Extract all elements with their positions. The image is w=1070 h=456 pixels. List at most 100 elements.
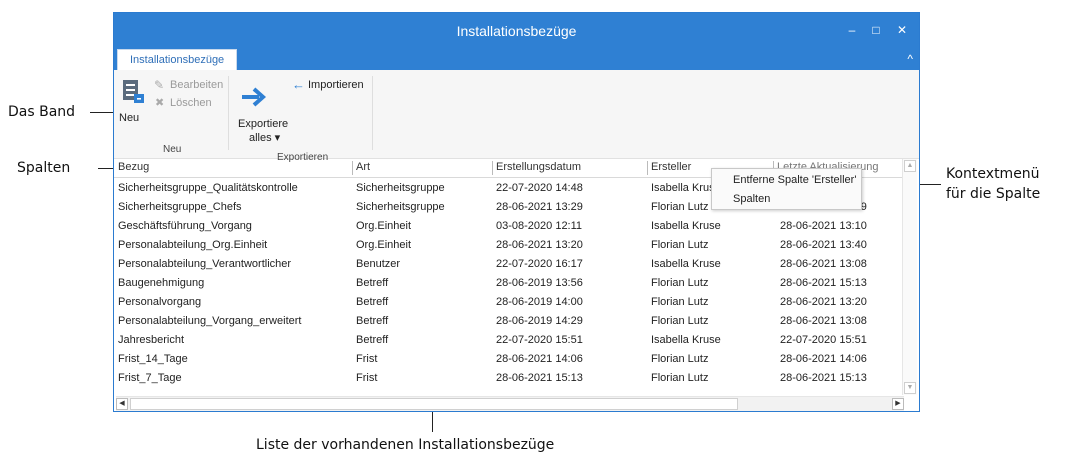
maximize-button[interactable]: □ [865,19,887,41]
cell-created-date: 22-07-2020 16:17 [496,258,583,270]
cell-last-updated: 28-06-2021 13:08 [780,258,867,270]
cell-type: Betreff [356,296,389,308]
import-arrow-icon: ← [292,77,305,92]
table-row[interactable]: Geschäftsführung_Vorgang Org.Einheit 03-… [114,217,904,235]
new-button[interactable]: Neu [119,78,149,126]
context-menu-annotation-line2: für die Spalte [946,186,1041,202]
cell-reference: Personalabteilung_Vorgang_erweitert [118,315,302,327]
list-annotation: Liste der vorhandenen Installationsbezüg… [256,437,555,453]
cell-created-date: 28-06-2019 14:29 [496,315,583,327]
cell-reference: Sicherheitsgruppe_Chefs [118,201,242,213]
group-label-new: Neu [163,144,182,155]
cell-type: Org.Einheit [356,239,412,251]
cell-creator: Florian Lutz [651,277,709,289]
cell-type: Frist [356,353,378,365]
cell-created-date: 03-08-2020 12:11 [496,220,583,232]
cell-reference: Personalabteilung_Org.Einheit [118,239,268,251]
column-separator[interactable] [492,161,493,175]
columns-annotation: Spalten [17,160,71,176]
cell-creator: Florian Lutz [651,372,709,384]
export-all-label-line2: alles ▾ [249,132,281,144]
cell-type: Betreff [356,277,389,289]
cell-reference: Frist_14_Tage [118,353,188,365]
menu-item-remove-column[interactable]: Entferne Spalte 'Ersteller' [733,174,856,186]
context-menu-annotation-line1: Kontextmenü [946,166,1040,182]
title-bar: Installationsbezüge – □ ✕ [114,13,919,49]
new-document-icon [123,80,144,103]
cell-creator: Isabella Krus [651,182,715,194]
cell-creator: Florian Lutz [651,201,709,213]
export-all-button[interactable]: Exportiere alles ▾ [235,84,289,144]
delete-icon: ✖ [155,97,165,109]
cell-type: Sicherheitsgruppe [356,182,445,194]
cell-created-date: 28-06-2021 14:06 [496,353,583,365]
cell-reference: Personalabteilung_Verantwortlicher [118,258,292,270]
minimize-button[interactable]: – [841,19,863,41]
table-row[interactable]: Frist_14_Tage Frist 28-06-2021 14:06 Flo… [114,350,904,368]
cell-creator: Isabella Kruse [651,258,721,270]
horizontal-scrollbar[interactable]: ◀ ▶ [116,396,904,411]
collapse-ribbon-icon[interactable]: ^ [907,52,913,66]
cell-last-updated: 28-06-2021 15:13 [780,277,867,289]
cell-last-updated: 22-07-2020 15:51 [780,334,867,346]
table-row[interactable]: Frist_7_Tage Frist 28-06-2021 15:13 Flor… [114,369,904,387]
cell-last-updated: 28-06-2021 14:06 [780,353,867,365]
group-separator [228,76,229,150]
cell-creator: Florian Lutz [651,296,709,308]
edit-button-label: Bearbeiten [170,79,224,91]
menu-item-columns[interactable]: Spalten [733,193,770,205]
scroll-up-icon[interactable]: ▲ [904,160,916,172]
cell-reference: Frist_7_Tage [118,372,182,384]
cell-reference: Jahresbericht [118,334,185,346]
cell-creator: Florian Lutz [651,353,709,365]
edit-icon: ✎ [154,78,165,92]
cell-last-updated: 28-06-2021 13:08 [780,315,867,327]
column-separator[interactable] [647,161,648,175]
ribbon: Neu ✎ Bearbeiten ✖ Löschen Neu Exportier… [114,70,919,163]
table-row[interactable]: Personalabteilung_Vorgang_erweitert Betr… [114,312,904,330]
column-header-reference[interactable]: Bezug [118,161,149,173]
scroll-right-icon[interactable]: ▶ [892,398,904,410]
cell-type: Frist [356,372,378,384]
column-header-type[interactable]: Art [356,161,370,173]
cell-type: Benutzer [356,258,401,270]
column-header-created-date[interactable]: Erstellungsdatum [496,161,581,173]
cell-created-date: 22-07-2020 15:51 [496,334,583,346]
scroll-down-icon[interactable]: ▼ [904,382,916,394]
tab-installation-references[interactable]: Installationsbezüge [117,49,238,70]
table-row[interactable]: Personalvorgang Betreff 28-06-2019 14:00… [114,293,904,311]
table-row[interactable]: Jahresbericht Betreff 22-07-2020 15:51 I… [114,331,904,349]
horizontal-scroll-thumb[interactable] [130,398,738,410]
column-header-creator[interactable]: Ersteller [651,161,691,173]
new-button-label: Neu [119,112,140,124]
cell-last-updated: 28-06-2021 15:13 [780,372,867,384]
export-arrow-icon [242,87,267,107]
import-button[interactable]: ← Importieren [292,77,372,94]
cell-reference: Geschäftsführung_Vorgang [118,220,252,232]
cell-created-date: 28-06-2021 13:29 [496,201,583,213]
window-title: Installationsbezüge [456,23,577,39]
cell-created-date: 28-06-2021 15:13 [496,372,583,384]
import-button-label: Importieren [308,79,364,91]
ribbon-tab-bar: Installationsbezüge ^ [114,49,919,70]
cell-creator: Florian Lutz [651,315,709,327]
cell-created-date: 28-06-2021 13:20 [496,239,583,251]
cell-creator: Isabella Kruse [651,334,721,346]
scroll-left-icon[interactable]: ◀ [116,398,128,410]
cell-reference: Sicherheitsgruppe_Qualitätskontrolle [118,182,298,194]
delete-button[interactable]: ✖ Löschen [154,96,234,112]
delete-button-label: Löschen [170,97,212,109]
export-all-label-line1: Exportiere [238,118,289,130]
close-button[interactable]: ✕ [891,19,913,41]
column-separator[interactable] [352,161,353,175]
table-row[interactable]: Personalabteilung_Org.Einheit Org.Einhei… [114,236,904,254]
cell-last-updated: 28-06-2021 13:20 [780,296,867,308]
cell-reference: Personalvorgang [118,296,202,308]
table-row[interactable]: Baugenehmigung Betreff 28-06-2019 13:56 … [114,274,904,292]
installation-references-window: Installationsbezüge – □ ✕ Installationsb… [113,12,920,412]
cell-creator: Florian Lutz [651,239,709,251]
edit-button[interactable]: ✎ Bearbeiten [154,78,234,94]
table-row[interactable]: Personalabteilung_Verantwortlicher Benut… [114,255,904,273]
vertical-scrollbar[interactable]: ▲ ▼ [902,159,917,395]
group-separator [372,76,373,150]
